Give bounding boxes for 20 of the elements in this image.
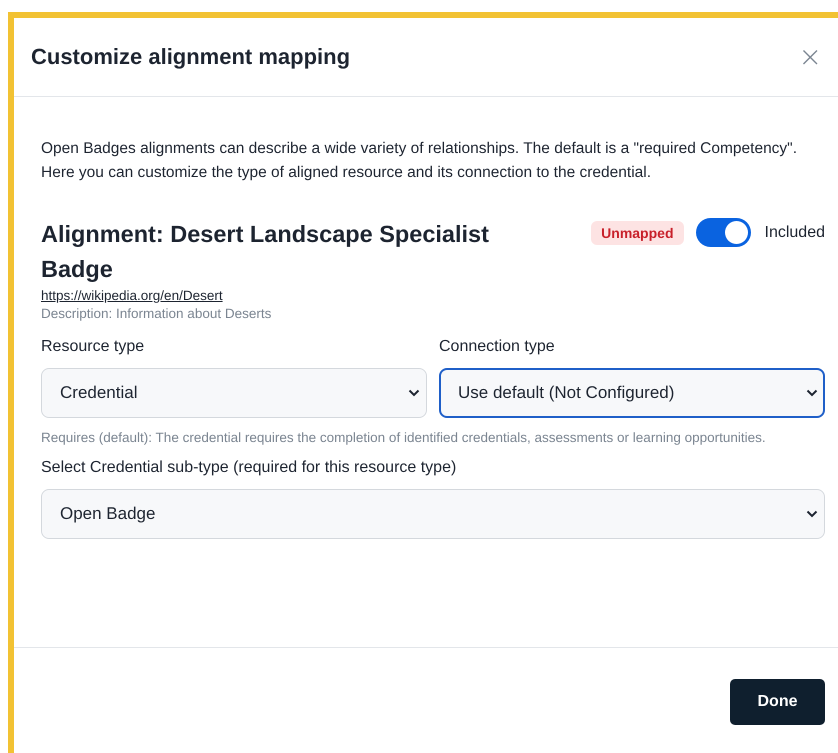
field-label: Connection type [439, 338, 556, 356]
select-field[interactable]: Use default (Not Configured) [439, 368, 825, 418]
alignment-title: Alignment: Desert Landscape Specialist Badge [41, 220, 490, 284]
field-label: Select Credential sub-type (required for this resource type) [41, 459, 458, 477]
chevron-down-icon [806, 389, 818, 397]
field-label: Resource type [41, 338, 146, 356]
toggle-switch[interactable] [696, 218, 750, 247]
intro-text: Open Badges alignments can describe a wide variety of relationships. The default is a "required Competency". Here you can customize the type of aligned resource and its connection to the credential. [41, 139, 798, 183]
status-badge: Unmapped [591, 220, 684, 244]
chevron-down-icon [806, 510, 818, 518]
select-field[interactable]: Open Badge [41, 489, 825, 539]
url-link[interactable]: https://wikipedia.org/en/Desert [41, 288, 223, 303]
help-text: Requires (default): The credential requires the completion of identified credentials, assessments or learning opportunities. [41, 429, 767, 447]
select-field[interactable]: Credential [41, 368, 427, 418]
chevron-down-icon [408, 389, 420, 397]
description-text: Description: Information about Deserts [41, 306, 272, 321]
toggle-label: Included [764, 224, 825, 242]
dialog-title: Customize alignment mapping [31, 44, 350, 70]
close-button[interactable]: × [794, 43, 826, 71]
done-button[interactable]: Done [730, 679, 825, 725]
